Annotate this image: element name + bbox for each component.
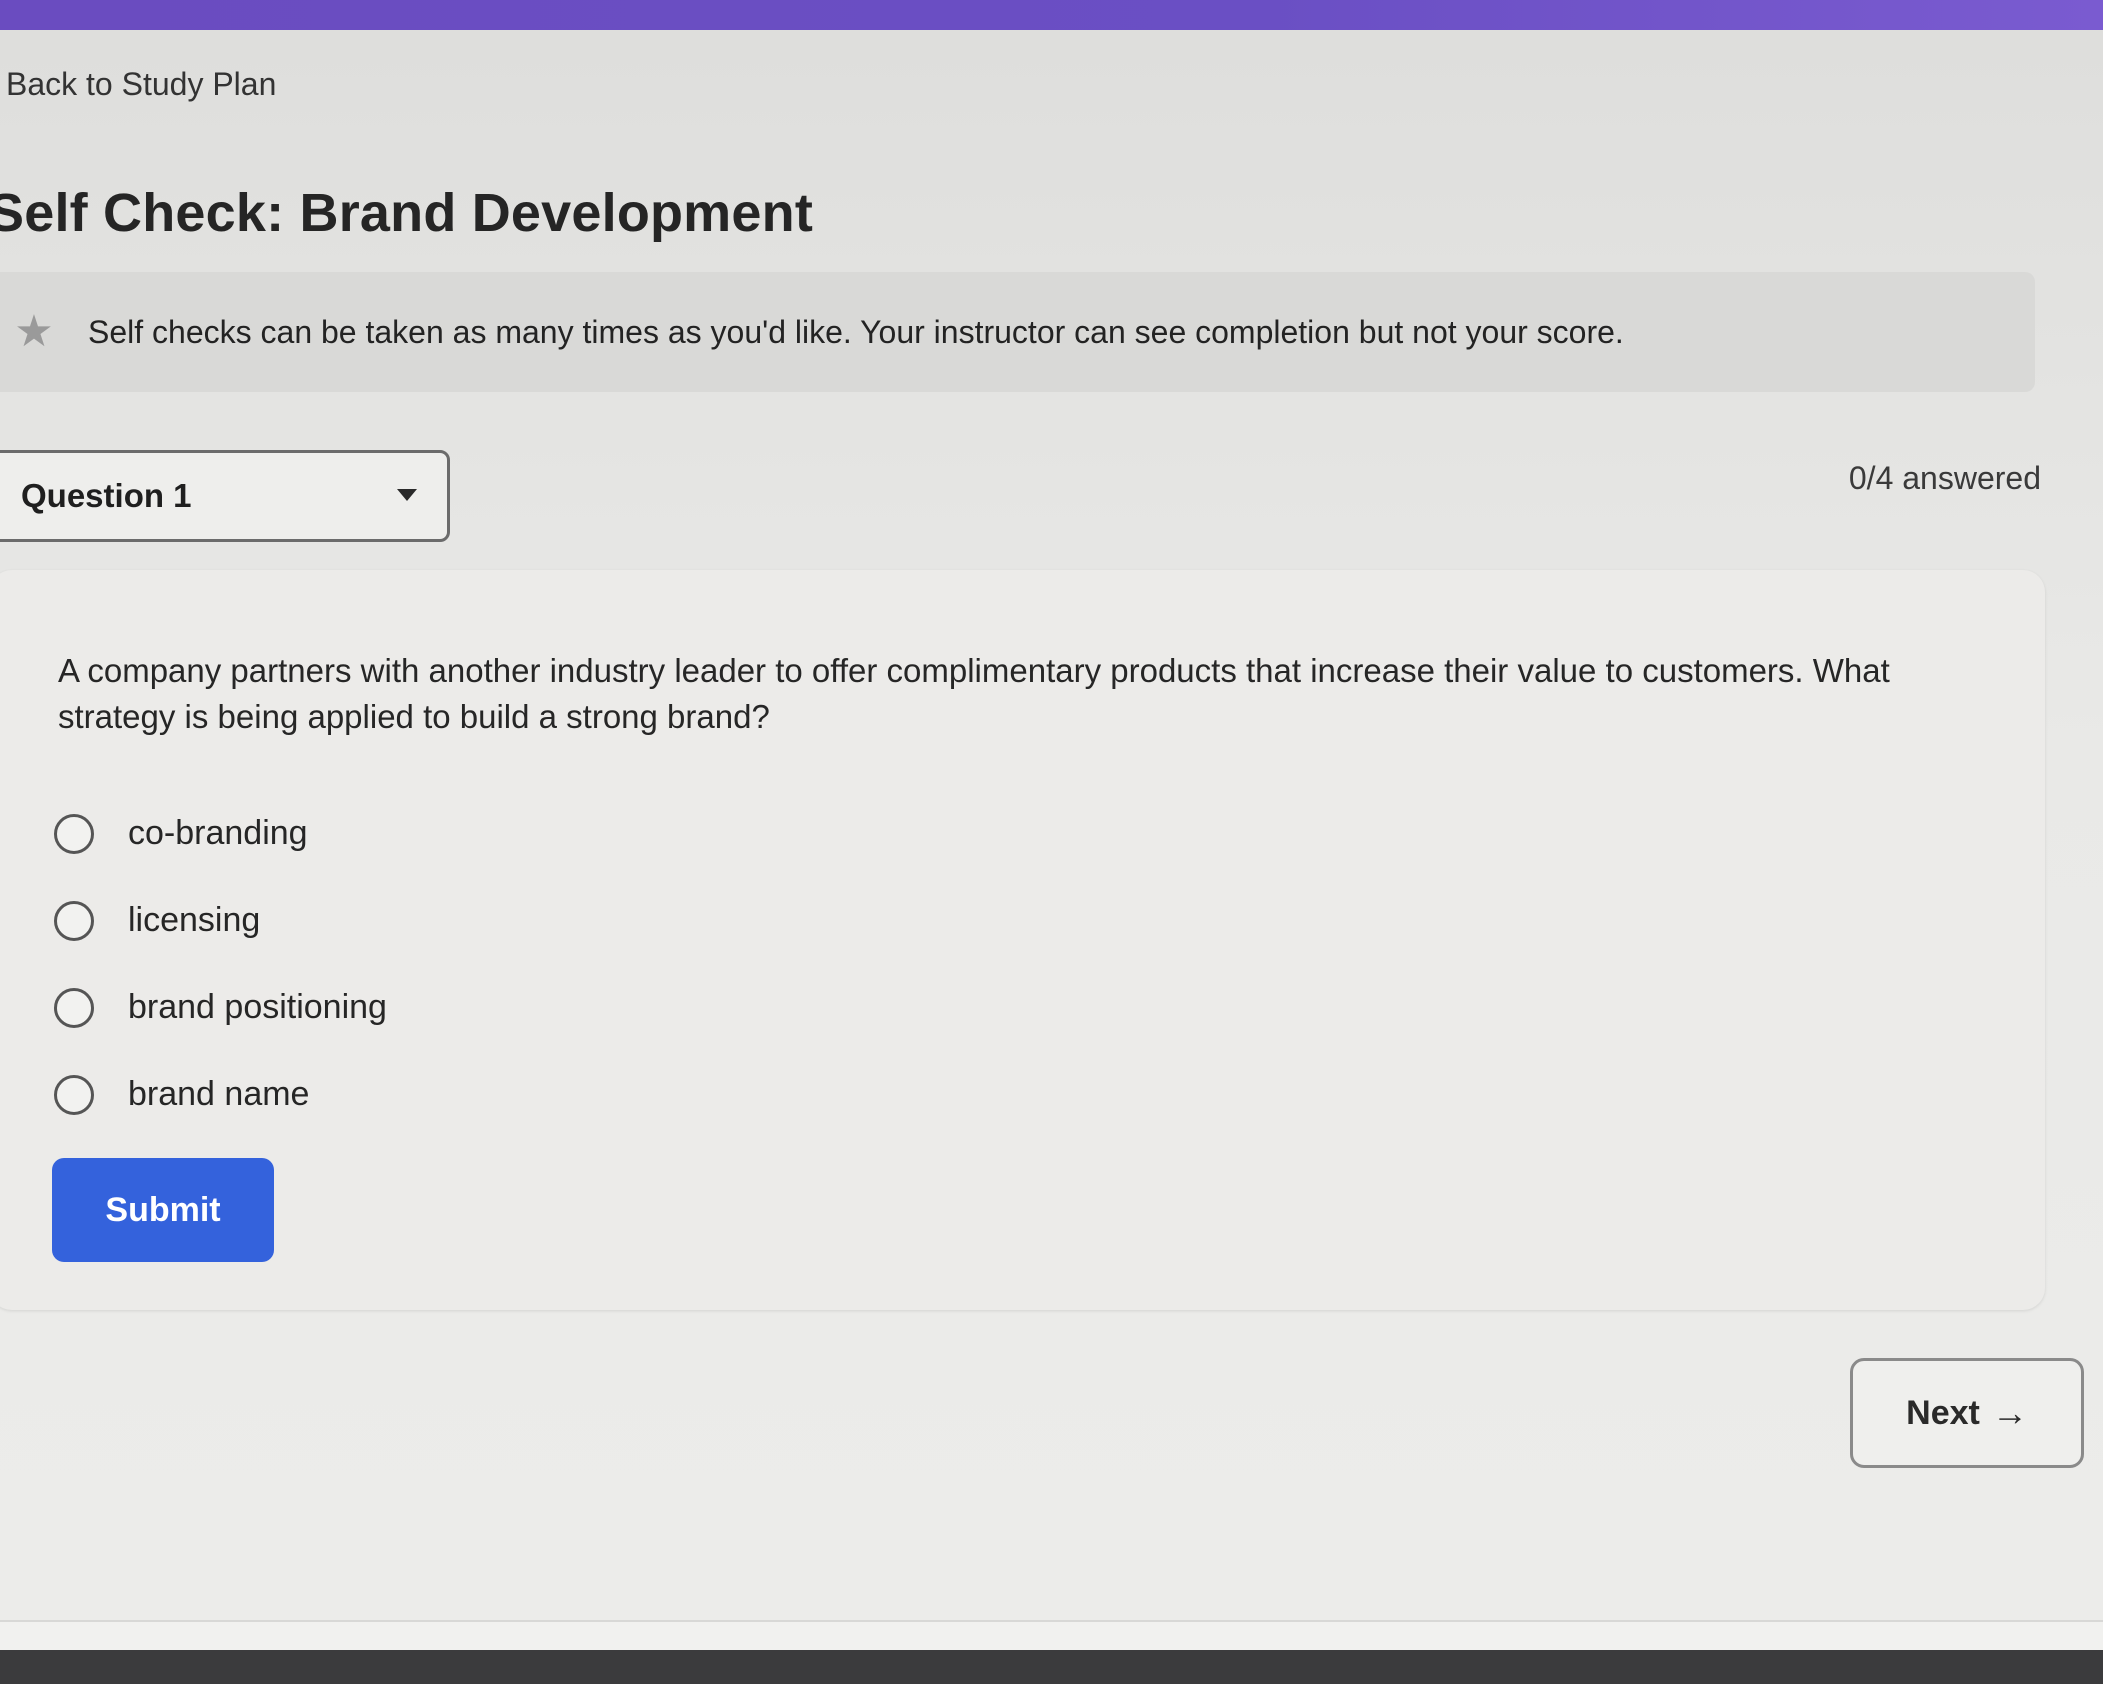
answered-count: 0/4 answered <box>1848 460 2041 496</box>
top-accent-bar <box>0 0 2103 30</box>
caret-down-icon <box>397 489 417 501</box>
back-to-study-plan-link[interactable]: Back to Study Plan <box>6 66 276 103</box>
option-label: brand positioning <box>128 988 387 1026</box>
star-icon: ★ <box>14 307 54 356</box>
page: Back to Study Plan Self Check: Brand Dev… <box>0 30 2103 1620</box>
arrow-right-icon: → <box>1991 1392 2028 1433</box>
bottom-strip <box>0 1620 2103 1652</box>
question-card: A company partners with another industry… <box>0 570 2045 1310</box>
radio-button[interactable] <box>54 900 94 941</box>
radio-button[interactable] <box>54 813 94 854</box>
question-select-value: Question 1 <box>21 477 192 514</box>
option-licensing[interactable]: licensing <box>54 877 387 964</box>
submit-button[interactable]: Submit <box>52 1158 274 1262</box>
option-brand-name[interactable]: brand name <box>54 1051 387 1138</box>
question-select-dropdown[interactable]: Question 1 <box>0 450 450 542</box>
page-title: Self Check: Brand Development <box>0 183 814 243</box>
question-text: A company partners with another industry… <box>58 652 1890 735</box>
option-label: licensing <box>128 901 261 939</box>
info-banner-text: Self checks can be taken as many times a… <box>88 313 1624 350</box>
option-co-branding[interactable]: co-branding <box>54 790 387 877</box>
info-banner: ★ Self checks can be taken as many times… <box>0 272 2035 392</box>
option-label: brand name <box>128 1075 310 1113</box>
option-brand-positioning[interactable]: brand positioning <box>54 964 387 1051</box>
radio-button[interactable] <box>54 1074 94 1115</box>
answer-options: co-branding licensing brand positioning … <box>54 790 387 1138</box>
next-button[interactable]: Next → <box>1850 1358 2084 1468</box>
screen-bezel <box>0 1650 2103 1684</box>
option-label: co-branding <box>128 814 308 852</box>
radio-button[interactable] <box>54 987 94 1028</box>
next-button-label: Next <box>1906 1393 1980 1432</box>
